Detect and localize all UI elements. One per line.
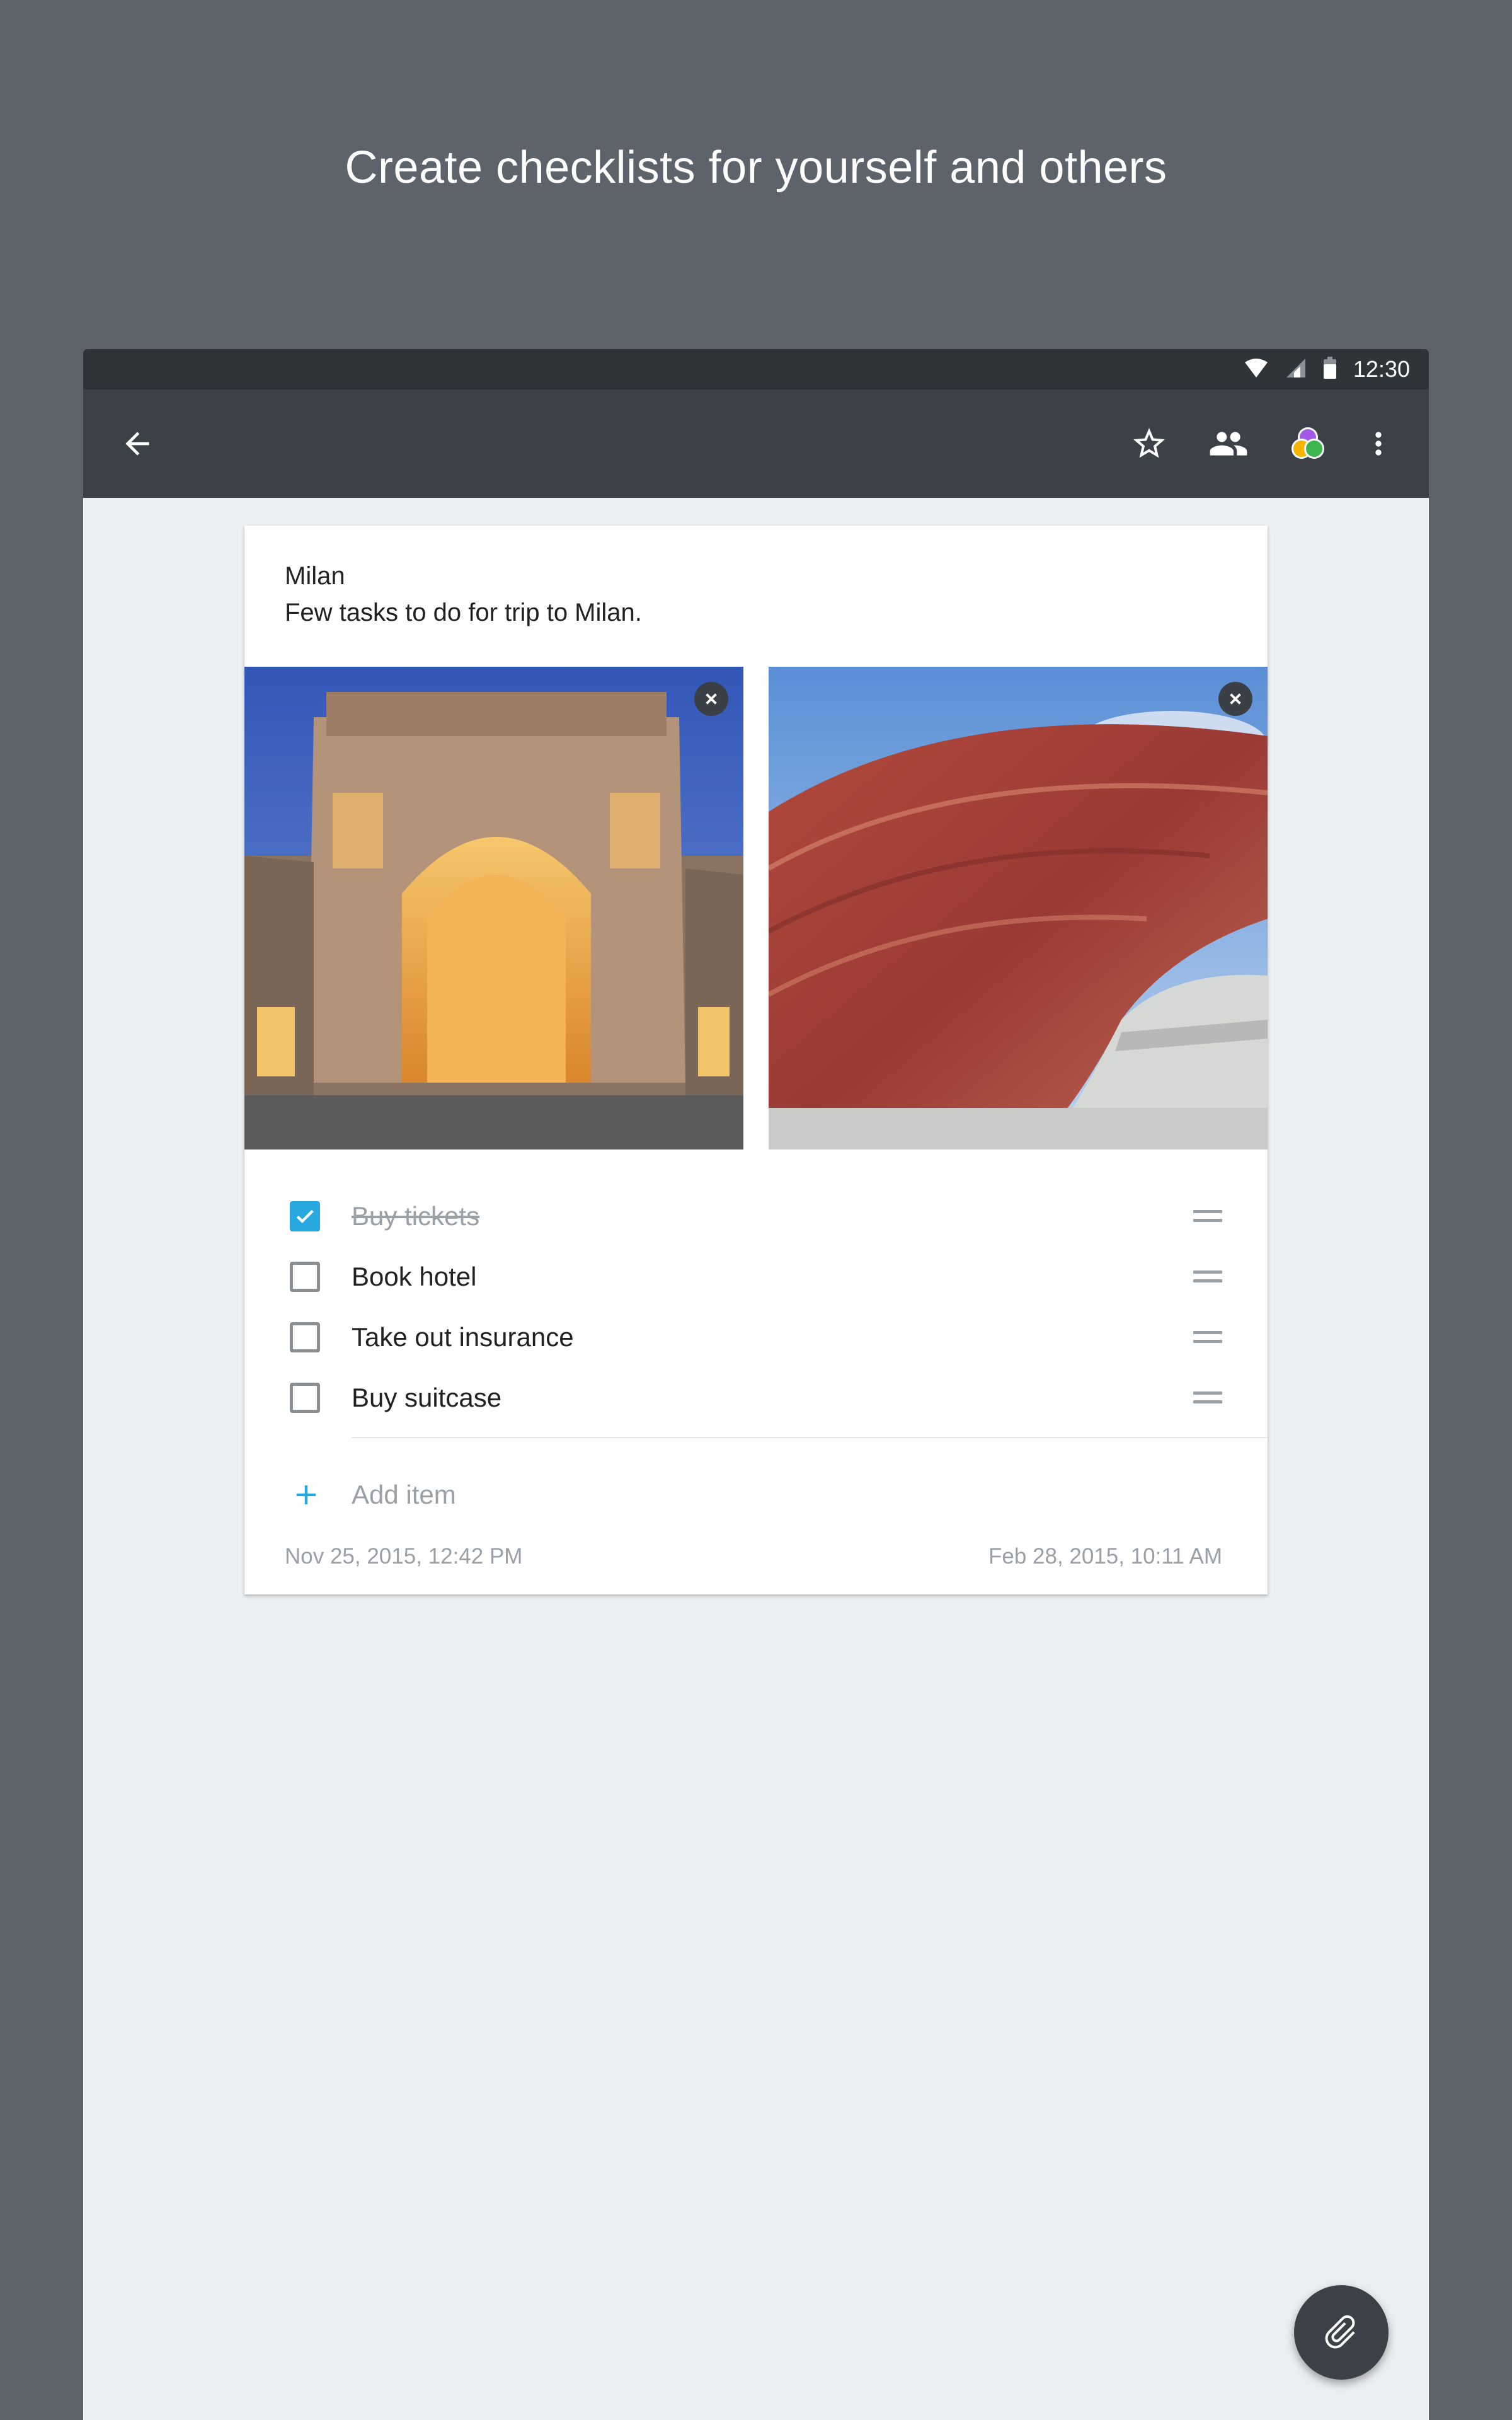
galleria-arcade-photo[interactable]: [244, 667, 743, 1150]
add-item-button[interactable]: Add item: [244, 1465, 1268, 1525]
remove-image-button[interactable]: [1218, 682, 1252, 716]
plus-icon: [296, 1485, 316, 1505]
star-icon: [1133, 428, 1165, 458]
remove-image-button[interactable]: [694, 682, 728, 716]
status-bar: 12:30: [83, 349, 1429, 389]
drag-handle-icon[interactable]: [1193, 1331, 1222, 1344]
checklist: Buy tickets Book hotel Take out insuranc…: [244, 1186, 1268, 1428]
color-palette-icon: [1292, 427, 1324, 459]
close-icon: [1230, 693, 1241, 705]
more-vert-icon: [1375, 432, 1382, 456]
checklist-item-label[interactable]: Buy suitcase: [352, 1383, 501, 1413]
checklist-item: Buy tickets: [244, 1186, 1268, 1247]
battery-icon: [1323, 356, 1337, 383]
drag-handle-icon[interactable]: [1193, 1270, 1222, 1283]
back-arrow-icon: [125, 432, 149, 456]
checkbox-checked[interactable]: [290, 1201, 320, 1231]
checklist-item-label[interactable]: Take out insurance: [352, 1322, 574, 1352]
headline: Create checklists for yourself and other…: [345, 142, 1167, 193]
note-card[interactable]: Milan Few tasks to do for trip to Milan.: [244, 526, 1268, 1594]
star-button[interactable]: [1126, 421, 1172, 466]
color-button[interactable]: [1285, 421, 1331, 466]
created-date: Nov 25, 2015, 12:42 PM: [285, 1544, 523, 1569]
note-title[interactable]: Milan: [285, 562, 345, 591]
checkmark-icon: [296, 1209, 314, 1223]
attachment-icon: [1325, 2315, 1355, 2349]
more-options-button[interactable]: [1356, 421, 1401, 466]
checkbox[interactable]: [290, 1262, 320, 1292]
checklist-item-label[interactable]: Buy tickets: [352, 1201, 479, 1231]
checklist-item: Book hotel: [244, 1247, 1268, 1307]
attach-fab[interactable]: [1294, 2285, 1389, 2380]
share-button[interactable]: [1206, 421, 1251, 466]
back-button[interactable]: [115, 421, 160, 466]
people-icon: [1210, 432, 1247, 456]
add-item-label: Add item: [352, 1480, 456, 1509]
checkbox[interactable]: [290, 1322, 320, 1352]
signal-icon: [1285, 357, 1307, 382]
app-bar: [83, 389, 1429, 498]
device-screen: 12:30 Milan Few tasks to do for trip to …: [83, 349, 1429, 2420]
checklist-item: Buy suitcase: [244, 1368, 1268, 1428]
note-description[interactable]: Few tasks to do for trip to Milan.: [285, 599, 642, 627]
red-pavilion-photo[interactable]: [769, 667, 1268, 1150]
checklist-item-label[interactable]: Book hotel: [352, 1262, 476, 1292]
status-time: 12:30: [1353, 356, 1410, 382]
modified-date: Feb 28, 2015, 10:11 AM: [988, 1544, 1222, 1569]
wifi-icon: [1244, 357, 1269, 382]
checklist-item: Take out insurance: [244, 1307, 1268, 1368]
checkbox[interactable]: [290, 1383, 320, 1413]
divider: [352, 1437, 1268, 1438]
drag-handle-icon[interactable]: [1193, 1210, 1222, 1223]
close-icon: [706, 693, 717, 705]
drag-handle-icon[interactable]: [1193, 1392, 1222, 1404]
